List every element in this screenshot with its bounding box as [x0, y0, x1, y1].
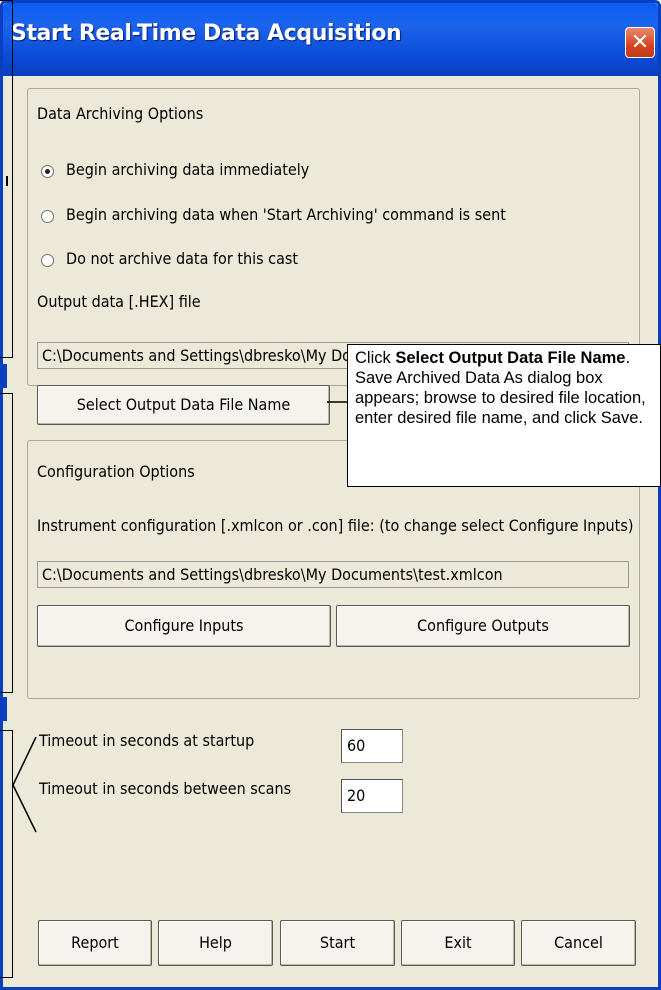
- timeout-leader-line: [12, 736, 37, 786]
- callout-leader-lines: [12, 401, 347, 833]
- callout-prefix: Click: [355, 349, 396, 367]
- timeout-leader-line: [12, 784, 37, 833]
- callout-box: Click Select Output Data File Name. Save…: [347, 344, 661, 487]
- callout-bold-text: Select Output Data File Name: [395, 349, 626, 367]
